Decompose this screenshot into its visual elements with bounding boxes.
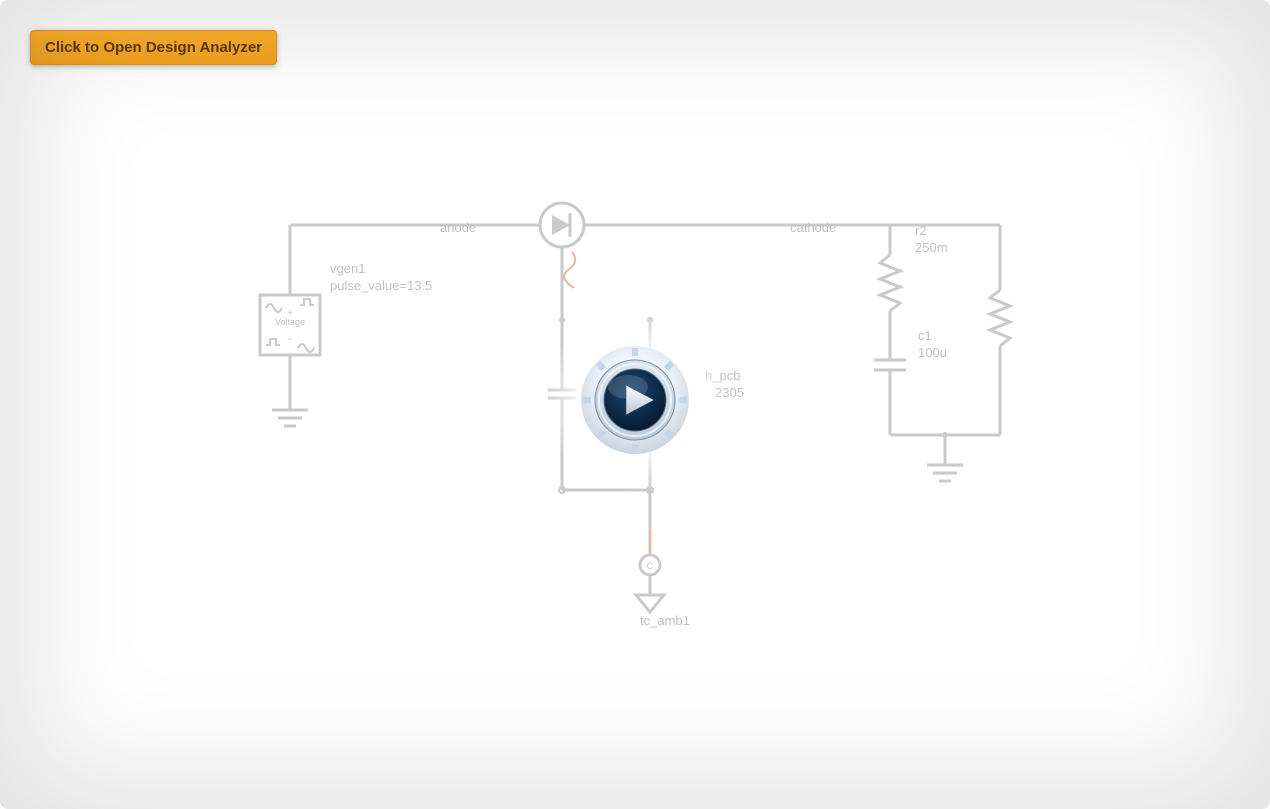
- anode-label: anode: [440, 220, 476, 235]
- play-icon: [580, 345, 690, 455]
- open-design-analyzer-button[interactable]: Click to Open Design Analyzer: [30, 30, 277, 65]
- voltage-source-label: Voltage: [275, 317, 305, 327]
- play-button[interactable]: [580, 345, 690, 455]
- vgen1-label: vgen1: [330, 261, 365, 276]
- cathode-label: cathode: [790, 220, 836, 235]
- tc-amb1-label: tc_amb1: [640, 613, 690, 628]
- h-pcb-value: 2305: [715, 385, 744, 400]
- h-pcb-label: h_pcb: [705, 368, 740, 383]
- r2-value-label: 250m: [915, 240, 948, 255]
- c-symbol: C: [647, 561, 654, 571]
- c1-name-label: c1: [918, 328, 932, 343]
- app-stage: + Voltage −: [0, 0, 1270, 809]
- open-design-analyzer-label: Click to Open Design Analyzer: [45, 39, 262, 56]
- pulse-value-label: pulse_value=13.5: [330, 278, 432, 293]
- r2-name-label: r2: [915, 223, 927, 238]
- c1-value-label: 100u: [918, 345, 947, 360]
- svg-text:−: −: [287, 334, 292, 344]
